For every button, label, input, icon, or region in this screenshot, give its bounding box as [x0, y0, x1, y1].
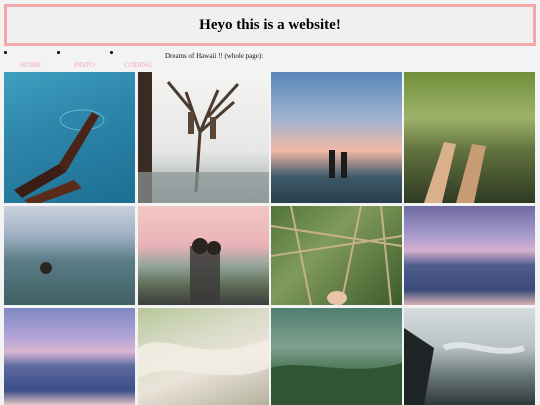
- gallery-image[interactable]: [404, 72, 535, 203]
- swimmer-image: [40, 262, 52, 274]
- nav-link-coding[interactable]: CODING: [124, 61, 152, 69]
- mist-image: [404, 328, 525, 405]
- gallery-image[interactable]: [138, 308, 269, 405]
- bullet-icon: [110, 51, 113, 54]
- gallery-image[interactable]: [4, 308, 135, 405]
- nav-link-home[interactable]: HOME: [20, 61, 41, 69]
- page-title: Heyo this is a website!: [199, 16, 341, 33]
- gallery-image[interactable]: [271, 72, 402, 203]
- photo-gallery: [4, 72, 536, 405]
- gallery-image[interactable]: [138, 72, 269, 203]
- wave-image: [138, 338, 269, 378]
- gallery-caption: Dreams of Hawaii !! (whole page):: [165, 52, 264, 60]
- bullet-icon: [4, 51, 7, 54]
- nav-bar: HOME INSPO CODING Dreams of Hawaii !! (w…: [0, 50, 540, 70]
- nav-link-inspo[interactable]: INSPO: [74, 61, 95, 69]
- bullet-icon: [57, 51, 60, 54]
- bamboo-image: [271, 206, 402, 305]
- tree-image: [138, 72, 269, 203]
- gallery-image[interactable]: [138, 206, 269, 305]
- sunset-feet-image: [329, 150, 347, 178]
- gallery-image[interactable]: [404, 308, 535, 405]
- couple-image: [190, 238, 221, 305]
- reef-image: [271, 363, 402, 405]
- site-header: Heyo this is a website!: [4, 4, 536, 46]
- pool-legs-image: [14, 109, 105, 203]
- gallery-image[interactable]: [4, 206, 135, 305]
- creek-legs-image: [424, 142, 486, 203]
- gallery-image[interactable]: [271, 206, 402, 305]
- gallery-image[interactable]: [404, 206, 535, 305]
- gallery-image[interactable]: [4, 72, 135, 203]
- gallery-image[interactable]: [271, 308, 402, 405]
